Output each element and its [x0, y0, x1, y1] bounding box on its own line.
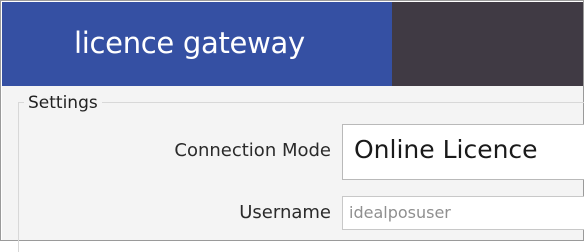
username-label: Username	[239, 202, 331, 223]
username-input[interactable]: idealposuser	[342, 196, 584, 230]
header-bar: licence gateway	[2, 2, 583, 86]
connection-mode-label: Connection Mode	[174, 140, 331, 161]
settings-group-title: Settings	[24, 93, 102, 113]
connection-mode-select[interactable]: Online Licence	[342, 124, 584, 180]
connection-mode-value: Online Licence	[354, 135, 538, 164]
brand-tab: licence gateway	[2, 2, 392, 86]
app-title: licence gateway	[74, 26, 305, 60]
